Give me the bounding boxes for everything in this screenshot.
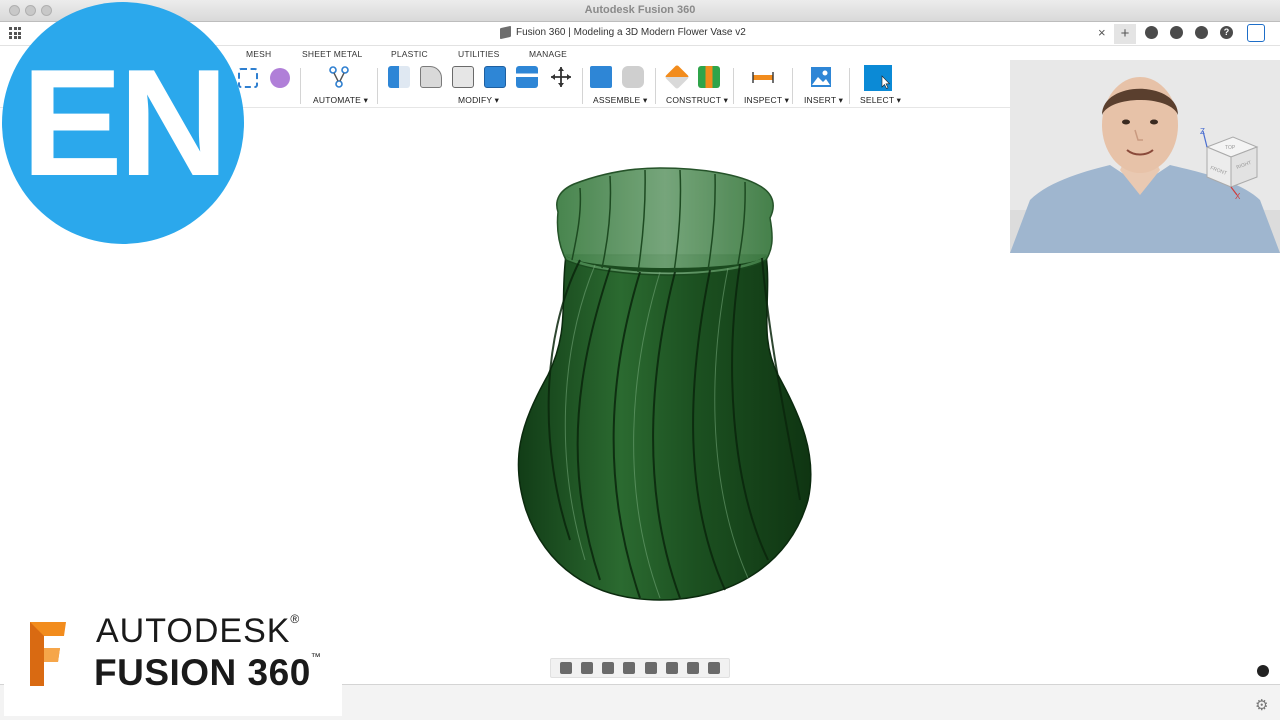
- group-construct[interactable]: CONSTRUCT ▾: [666, 95, 728, 106]
- display-settings-icon[interactable]: [665, 662, 678, 674]
- look-at-icon[interactable]: [580, 662, 593, 674]
- midplane-icon[interactable]: [698, 66, 720, 88]
- trademark-mark: ™: [310, 652, 322, 663]
- separator: [733, 68, 734, 104]
- window-title: Autodesk Fusion 360: [584, 4, 696, 16]
- help-icon[interactable]: ?: [1220, 26, 1233, 39]
- pan-icon[interactable]: [602, 662, 615, 674]
- offset-plane-icon[interactable]: [664, 64, 690, 90]
- close-tab-button[interactable]: ×: [1098, 25, 1106, 40]
- zoom-icon[interactable]: [623, 662, 636, 674]
- tab-sheet-metal[interactable]: SHEET METAL: [302, 49, 362, 59]
- automate-icon[interactable]: [328, 66, 350, 88]
- viewcube-top-label: TOP: [1225, 145, 1236, 151]
- user-avatar[interactable]: [1247, 24, 1265, 42]
- grid-settings-icon[interactable]: [687, 662, 700, 674]
- form-tool-icon[interactable]: [270, 68, 290, 88]
- language-badge: EN: [2, 2, 244, 244]
- select-icon[interactable]: [864, 65, 892, 91]
- view-cube[interactable]: TOP FRONT RIGHT Z X: [1195, 125, 1265, 205]
- clock-icon[interactable]: [1170, 26, 1183, 39]
- cursor-icon: [881, 75, 891, 89]
- tab-utilities[interactable]: UTILITIES: [458, 49, 499, 59]
- split-body-icon[interactable]: [516, 66, 538, 88]
- tab-manage[interactable]: MANAGE: [529, 49, 567, 59]
- separator: [377, 68, 378, 104]
- group-insert[interactable]: INSERT ▾: [804, 95, 843, 106]
- separator: [655, 68, 656, 104]
- job-status-icon[interactable]: [1145, 26, 1158, 39]
- group-modify[interactable]: MODIFY ▾: [458, 95, 499, 106]
- group-select[interactable]: SELECT ▾: [860, 95, 901, 106]
- settings-gear-icon[interactable]: ⚙: [1255, 696, 1268, 714]
- orbit-icon[interactable]: [559, 662, 572, 674]
- logo-autodesk-text: AUTODESK®: [96, 612, 300, 651]
- separator: [849, 68, 850, 104]
- group-inspect[interactable]: INSPECT ▾: [744, 95, 789, 106]
- document-icon: [500, 25, 511, 40]
- tab-mesh[interactable]: MESH: [246, 49, 271, 59]
- insert-image-icon[interactable]: [810, 66, 832, 88]
- logo-product-word: FUSION 360: [94, 652, 311, 693]
- new-tab-button[interactable]: +: [1114, 24, 1136, 44]
- notifications-icon[interactable]: [1195, 26, 1208, 39]
- new-component-icon[interactable]: [590, 66, 612, 88]
- separator: [300, 68, 301, 104]
- fit-icon[interactable]: [644, 662, 657, 674]
- shell-icon[interactable]: [484, 66, 506, 88]
- separator: [792, 68, 793, 104]
- registered-mark: ®: [290, 612, 301, 626]
- vase-model[interactable]: [500, 160, 830, 610]
- document-tab[interactable]: Fusion 360 | Modeling a 3D Modern Flower…: [500, 25, 746, 40]
- group-automate[interactable]: AUTOMATE ▾: [313, 95, 368, 106]
- navigation-toolbar: [550, 658, 730, 678]
- measure-icon[interactable]: [752, 66, 774, 88]
- fusion-logo-icon: [30, 622, 66, 686]
- product-logo: AUTODESK® FUSION 360™: [4, 594, 342, 716]
- chamfer-icon[interactable]: [452, 66, 474, 88]
- logo-product-text: FUSION 360™: [94, 652, 321, 694]
- tab-plastic[interactable]: PLASTIC: [391, 49, 428, 59]
- fillet-icon[interactable]: [420, 66, 442, 88]
- group-assemble[interactable]: ASSEMBLE ▾: [593, 95, 647, 106]
- press-pull-icon[interactable]: [388, 66, 410, 88]
- joint-icon[interactable]: [622, 66, 644, 88]
- move-icon[interactable]: [550, 66, 572, 88]
- viewports-icon[interactable]: [708, 662, 721, 674]
- navigation-control-icon[interactable]: [1257, 665, 1269, 677]
- window-titlebar: Autodesk Fusion 360: [0, 0, 1280, 22]
- document-title: Fusion 360 | Modeling a 3D Modern Flower…: [516, 27, 746, 38]
- separator: [582, 68, 583, 104]
- grid-icon[interactable]: [9, 27, 21, 39]
- sketch-tool-icon[interactable]: [238, 68, 258, 88]
- logo-autodesk-word: AUTODESK: [96, 612, 291, 650]
